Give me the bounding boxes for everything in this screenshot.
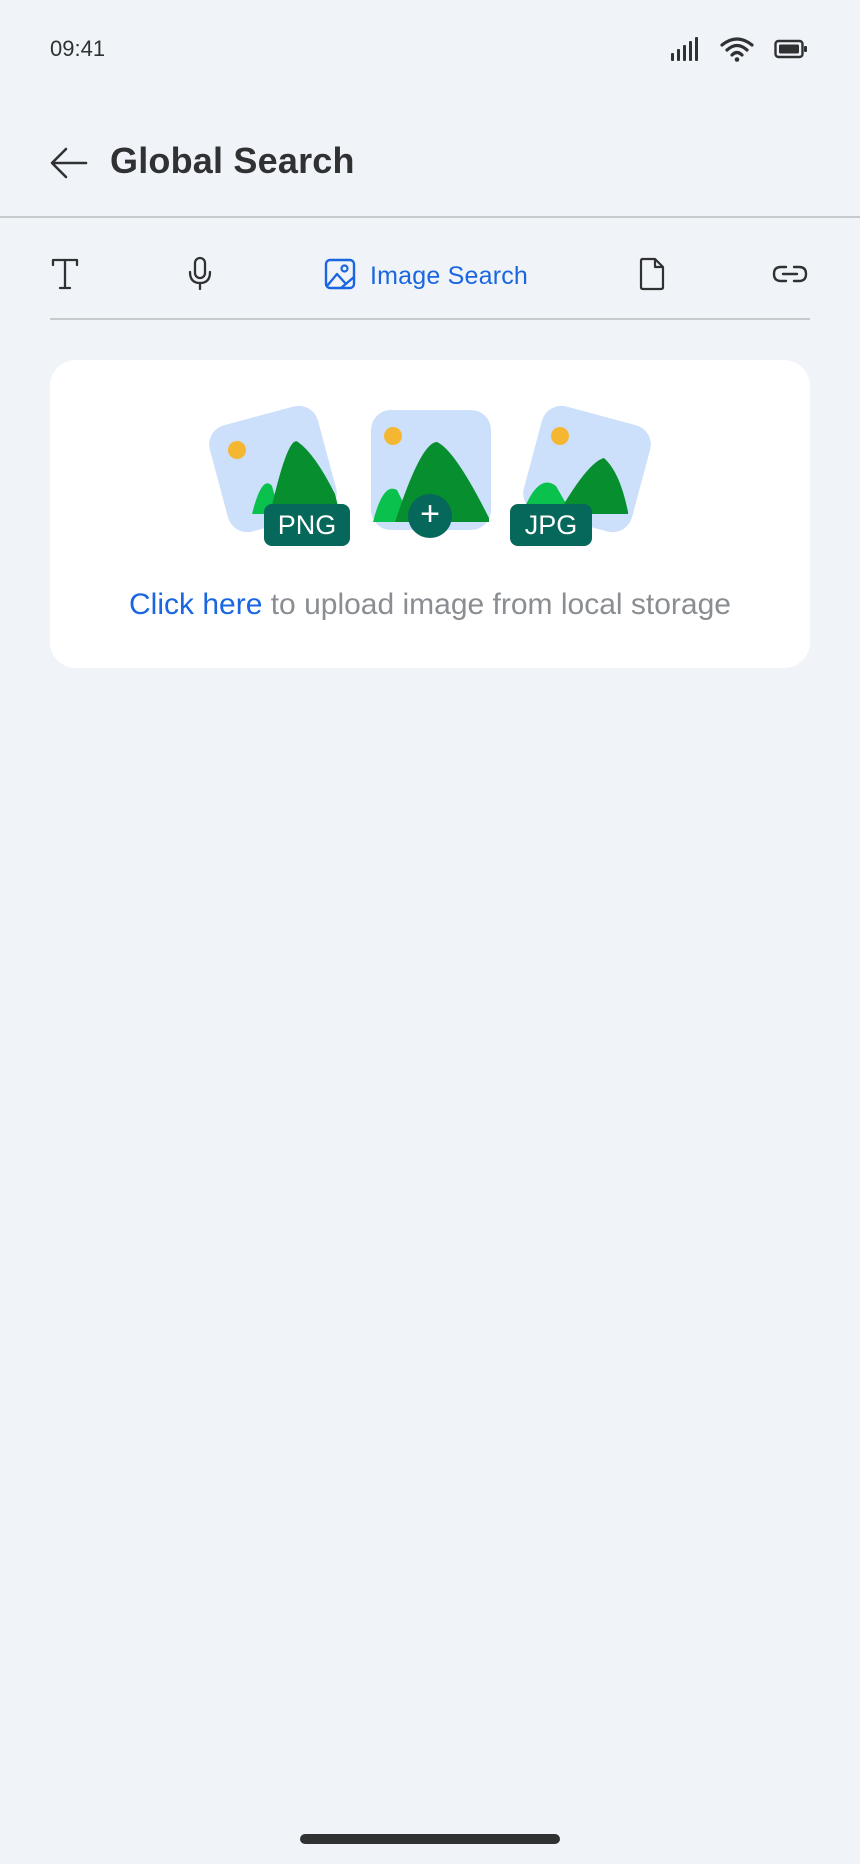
tab-voice-search[interactable] <box>186 254 214 298</box>
jpg-badge: JPG <box>510 504 592 546</box>
status-icons <box>670 36 808 62</box>
status-time: 09:41 <box>50 36 106 61</box>
png-badge-label: PNG <box>277 509 337 540</box>
back-button[interactable] <box>46 142 92 188</box>
text-icon <box>50 257 80 296</box>
battery-icon <box>774 38 808 60</box>
arrow-left-icon <box>50 147 88 184</box>
status-bar: 09:41 <box>0 0 860 100</box>
link-icon <box>772 262 808 291</box>
plus-label: + <box>420 495 440 533</box>
wifi-icon <box>720 36 754 62</box>
upload-link[interactable]: Click here <box>129 588 262 621</box>
jpg-badge-label: JPG <box>524 509 578 540</box>
image-icon <box>324 258 356 295</box>
app-header: Global Search <box>0 100 860 218</box>
tab-link-search[interactable] <box>772 254 808 298</box>
tab-document-search[interactable] <box>638 254 666 298</box>
home-indicator[interactable] <box>300 1834 560 1844</box>
signal-icon <box>670 36 700 62</box>
page-title: Global Search <box>110 140 355 181</box>
tab-text-search[interactable] <box>50 254 80 298</box>
plus-circle-icon: + <box>408 494 452 538</box>
image-upload-dropzone[interactable]: PNG + JPG Click here to upload image fro… <box>50 360 810 668</box>
upload-instruction-rest: to upload image from local storage <box>262 588 731 621</box>
tab-image-search[interactable]: Image Search <box>324 254 528 298</box>
document-icon <box>638 257 666 296</box>
upload-instruction: Click here to upload image from local st… <box>50 588 810 622</box>
png-badge: PNG <box>264 504 350 546</box>
tab-image-search-label: Image Search <box>370 261 529 290</box>
microphone-icon <box>186 256 214 297</box>
search-mode-tabs: Image Search <box>50 246 810 320</box>
